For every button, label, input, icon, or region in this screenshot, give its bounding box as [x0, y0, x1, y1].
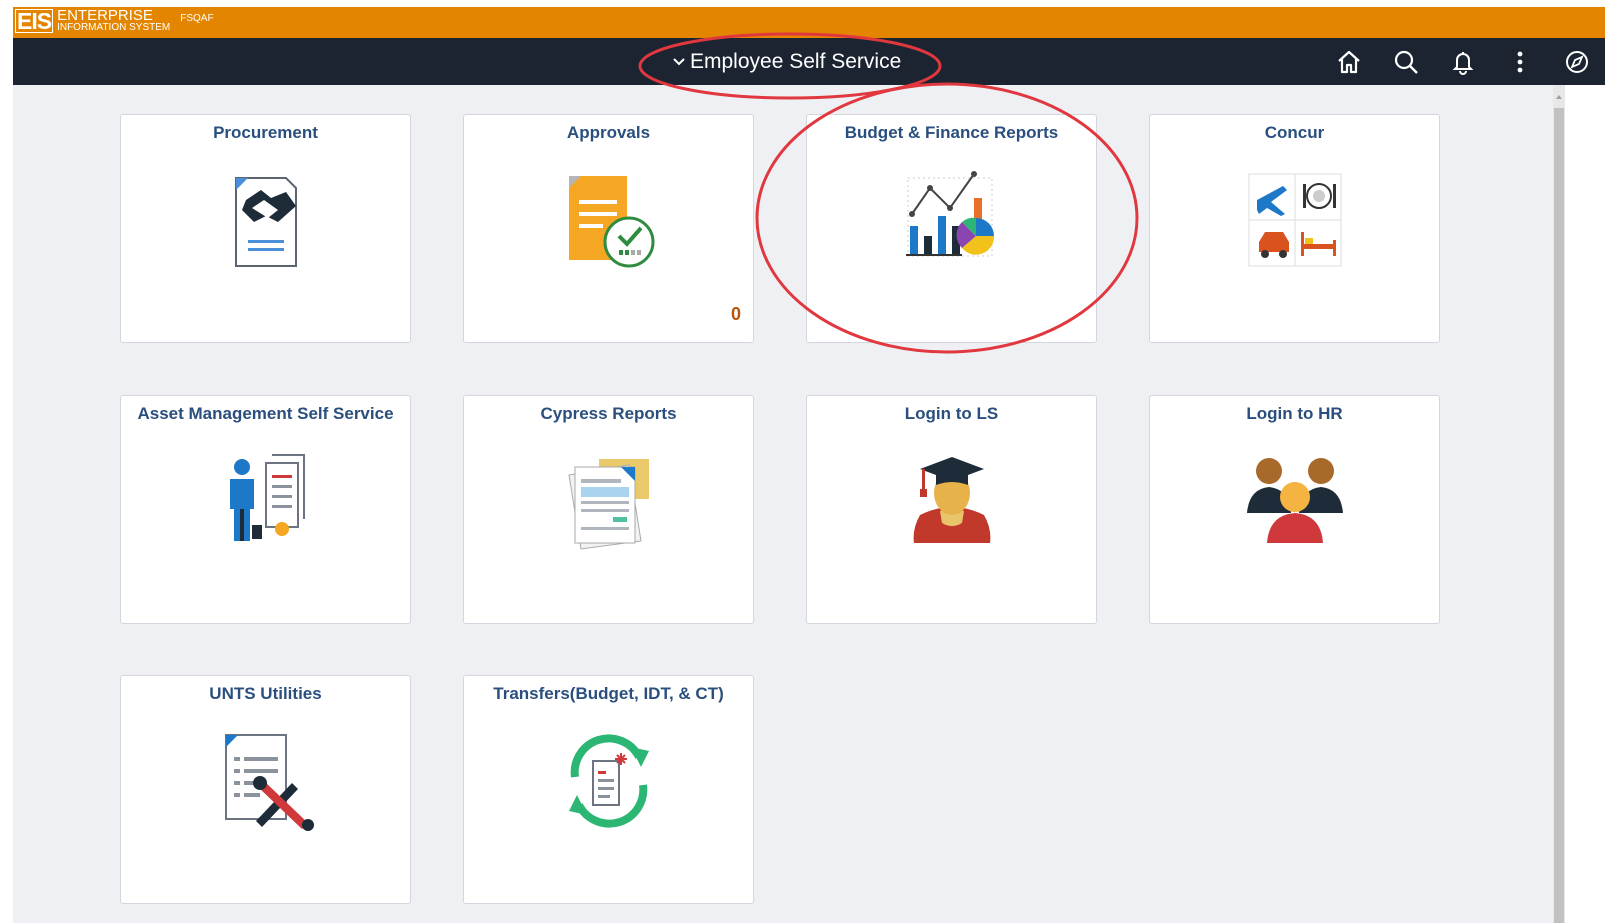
reports-chart-icon [906, 171, 995, 257]
approvals-icon [569, 176, 655, 268]
tile-title: UNTS Utilities [209, 684, 322, 703]
tile-procurement[interactable]: Procurement [120, 114, 411, 343]
transfer-cycle-icon [569, 734, 649, 828]
tile-title: Approvals [566, 123, 651, 142]
bell-icon [1452, 51, 1473, 75]
tile-budget-finance-reports[interactable]: Budget & Finance Reports [806, 114, 1097, 343]
more-vertical-icon [1517, 51, 1522, 72]
tile-approvals[interactable]: Approvals 0 [463, 114, 754, 343]
approvals-count-badge: 0 [730, 304, 741, 324]
tile-title: Login to LS [904, 404, 999, 423]
tile-transfers[interactable]: Transfers(Budget, IDT, & CT) [463, 675, 754, 904]
tile-title: Concur [1264, 123, 1325, 142]
navbar-button[interactable] [1548, 38, 1605, 85]
notifications-button[interactable] [1434, 38, 1491, 85]
asset-management-icon [230, 454, 305, 541]
page-title: Employee Self Service [690, 50, 902, 73]
logo-line2: INFORMATION SYSTEM [57, 22, 171, 33]
concur-travel-icon [1248, 173, 1342, 267]
tile-title: Budget & Finance Reports [844, 123, 1059, 142]
tile-title: Cypress Reports [540, 404, 677, 423]
procurement-icon [235, 177, 297, 267]
actions-menu-button[interactable] [1491, 38, 1548, 85]
documents-icon [568, 459, 649, 550]
home-icon [1337, 50, 1360, 73]
tile-asset-management[interactable]: Asset Management Self Service [120, 395, 411, 624]
eis-logo: EIS ENTERPRISE INFORMATION SYSTEM FSQAF [15, 7, 214, 35]
utilities-tools-icon [225, 734, 314, 831]
tile-concur[interactable]: Concur [1149, 114, 1440, 343]
scroll-up-icon[interactable] [1554, 92, 1564, 102]
tile-cypress-reports[interactable]: Cypress Reports [463, 395, 754, 624]
tile-title: Transfers(Budget, IDT, & CT) [493, 684, 724, 703]
search-icon [1394, 50, 1418, 74]
logo-mark: EIS [15, 8, 54, 34]
chevron-down-icon [673, 58, 685, 66]
homepage-selector[interactable]: Employee Self Service [671, 50, 901, 74]
tile-title: Asset Management Self Service [137, 404, 394, 423]
tile-login-hr[interactable]: Login to HR [1149, 395, 1440, 624]
search-button[interactable] [1377, 38, 1434, 85]
tile-title: Login to HR [1246, 404, 1343, 423]
graduate-icon [913, 457, 991, 543]
tile-title: Procurement [213, 123, 318, 142]
people-icon [1247, 458, 1343, 543]
compass-icon [1565, 50, 1588, 73]
navigation-bar: Employee Self Service [13, 38, 1605, 85]
tile-login-ls[interactable]: Login to LS [806, 395, 1097, 624]
logo-line1: ENTERPRISE [57, 7, 153, 24]
top-brand-bar: EIS ENTERPRISE INFORMATION SYSTEM FSQAF [13, 7, 1605, 38]
environment-label: FSQAF [180, 13, 214, 24]
tile-unts-utilities[interactable]: UNTS Utilities [120, 675, 411, 904]
home-button[interactable] [1320, 38, 1377, 85]
scrollbar-thumb[interactable] [1554, 108, 1564, 923]
